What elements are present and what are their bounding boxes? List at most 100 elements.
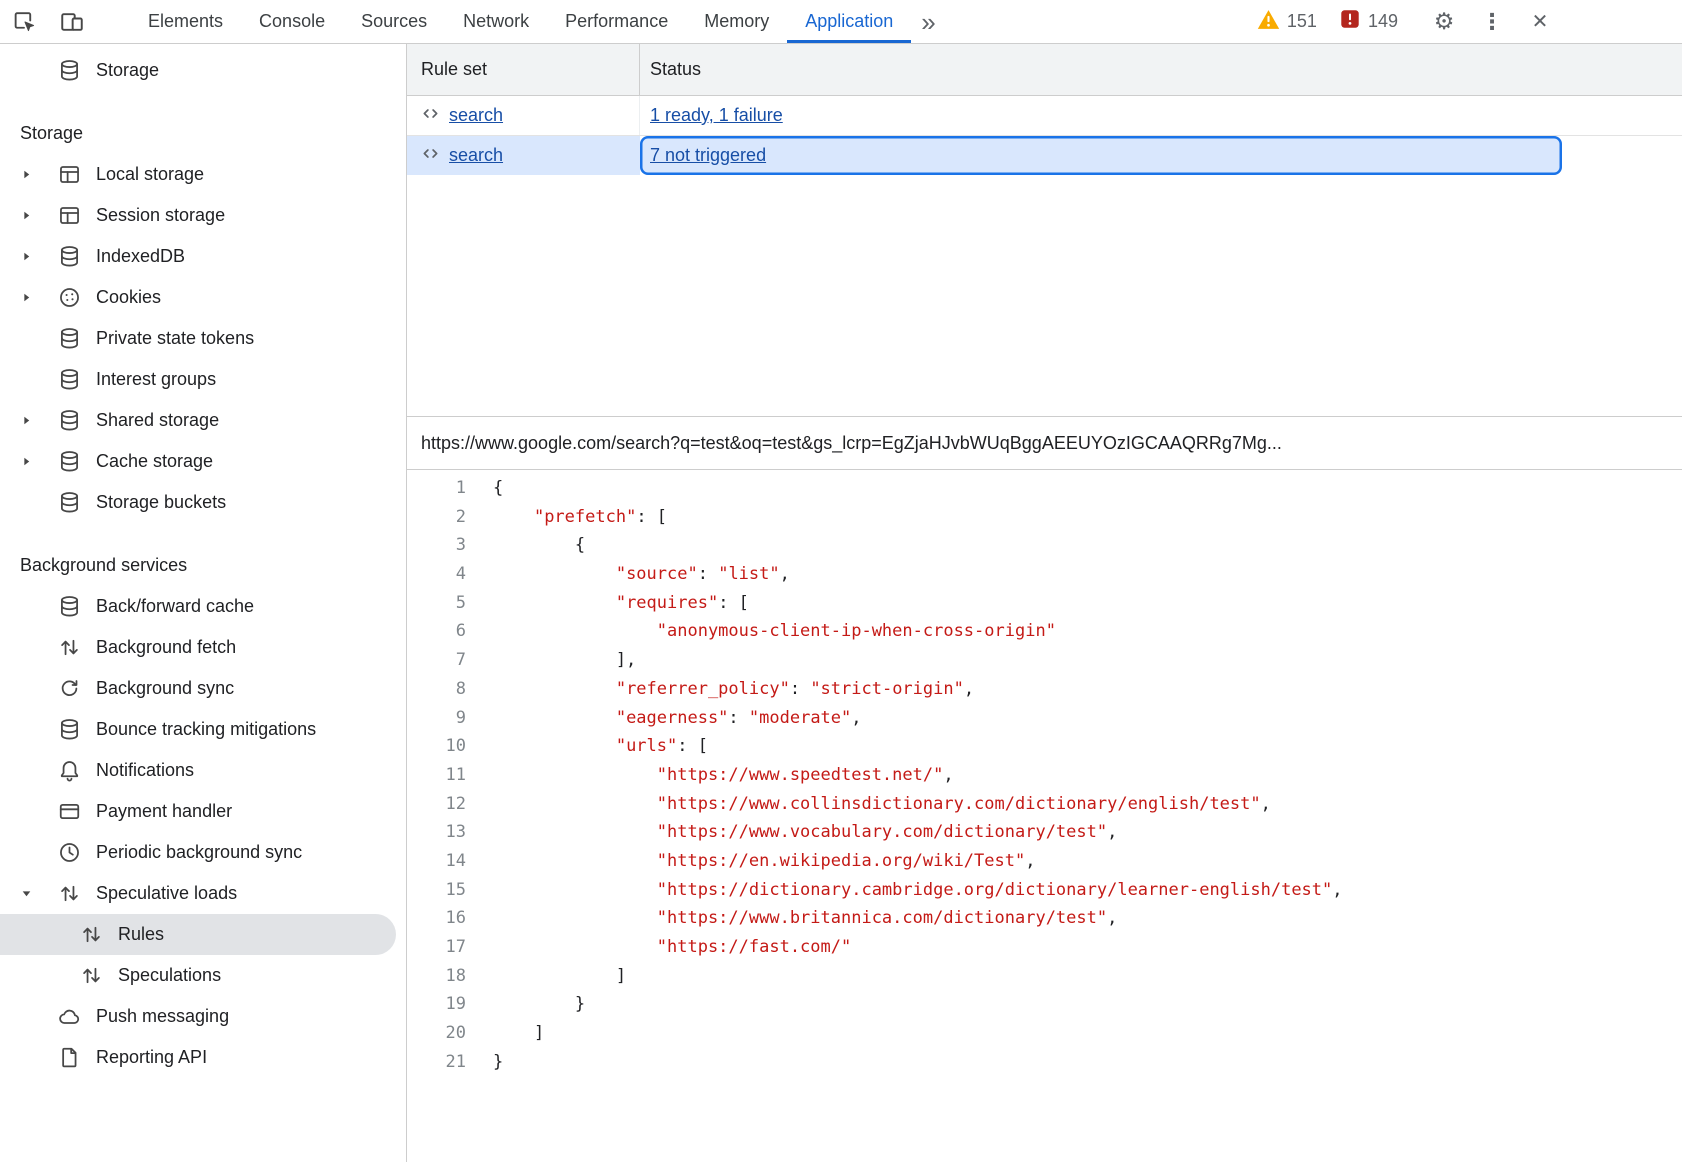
inspect-element-icon[interactable] xyxy=(0,0,48,44)
kebab-menu-icon[interactable]: ⋮ xyxy=(1468,0,1516,44)
sidebar-item-label: Reporting API xyxy=(96,1047,207,1068)
toolbar-right: 151 149 ⚙ ⋮ ✕ xyxy=(1257,0,1682,44)
rule-set-link[interactable]: search xyxy=(449,145,503,166)
rule-set-link[interactable]: search xyxy=(449,105,503,126)
code-line: 11 "https://www.speedtest.net/", xyxy=(407,761,1682,790)
line-content: ], xyxy=(478,646,636,675)
clock-icon xyxy=(56,840,82,866)
code-line: 3 { xyxy=(407,531,1682,560)
database-icon xyxy=(56,717,82,743)
expand-arrow-icon[interactable] xyxy=(20,455,56,468)
sidebar-item-label: Speculations xyxy=(118,965,221,986)
sidebar-item-background-fetch[interactable]: Background fetch xyxy=(0,627,406,668)
document-icon xyxy=(56,1045,82,1071)
speculation-rules-table: Rule set Status search 1 ready, 1 failure… xyxy=(407,44,1682,417)
sidebar-item-notifications[interactable]: Notifications xyxy=(0,750,406,791)
sidebar-item-storage[interactable]: Storage xyxy=(0,50,406,91)
line-number: 6 xyxy=(407,617,478,646)
line-content: "https://www.collinsdictionary.com/dicti… xyxy=(478,790,1271,819)
bell-icon xyxy=(56,758,82,784)
sidebar-item-label: Background fetch xyxy=(96,637,236,658)
more-tabs-icon[interactable]: » xyxy=(911,0,945,44)
expand-arrow-icon[interactable] xyxy=(20,250,56,263)
rule-status-link[interactable]: 7 not triggered xyxy=(650,145,766,166)
code-line: 4 "source": "list", xyxy=(407,560,1682,589)
rules-table-header: Rule set Status xyxy=(407,44,1682,96)
card-icon xyxy=(56,799,82,825)
sidebar-item-private-state-tokens[interactable]: Private state tokens xyxy=(0,318,406,359)
line-number: 21 xyxy=(407,1048,478,1077)
tab-sources[interactable]: Sources xyxy=(343,0,445,43)
database-icon xyxy=(56,594,82,620)
sidebar-item-storage-buckets[interactable]: Storage buckets xyxy=(0,482,406,523)
tab-memory[interactable]: Memory xyxy=(686,0,787,43)
rule-set-icon xyxy=(420,103,441,129)
sidebar-item-periodic-background-sync[interactable]: Periodic background sync xyxy=(0,832,406,873)
line-content: } xyxy=(478,1048,503,1077)
rule-status-cell[interactable]: 7 not triggered xyxy=(640,136,1562,175)
tab-application[interactable]: Application xyxy=(787,0,911,43)
line-content: "source": "list", xyxy=(478,560,790,589)
tab-elements[interactable]: Elements xyxy=(130,0,241,43)
line-content: "anonymous-client-ip-when-cross-origin" xyxy=(478,617,1056,646)
rule-set-row[interactable]: search 7 not triggered xyxy=(407,136,1682,176)
sidebar-item-payment-handler[interactable]: Payment handler xyxy=(0,791,406,832)
sidebar-item-speculations[interactable]: Speculations xyxy=(0,955,406,996)
line-content: "https://www.vocabulary.com/dictionary/t… xyxy=(478,818,1117,847)
sidebar-item-interest-groups[interactable]: Interest groups xyxy=(0,359,406,400)
tab-performance[interactable]: Performance xyxy=(547,0,686,43)
sidebar-item-reporting-api[interactable]: Reporting API xyxy=(0,1037,406,1078)
line-content: "https://en.wikipedia.org/wiki/Test", xyxy=(478,847,1035,876)
expand-arrow-icon[interactable] xyxy=(20,291,56,304)
line-number: 7 xyxy=(407,646,478,675)
device-toolbar-icon[interactable] xyxy=(48,0,96,44)
tab-network[interactable]: Network xyxy=(445,0,547,43)
sidebar-item-back-forward-cache[interactable]: Back/forward cache xyxy=(0,586,406,627)
sidebar-item-background-sync[interactable]: Background sync xyxy=(0,668,406,709)
sidebar-item-indexeddb[interactable]: IndexedDB xyxy=(0,236,406,277)
sidebar-item-label: IndexedDB xyxy=(96,246,185,267)
sidebar-item-label: Storage buckets xyxy=(96,492,226,513)
code-line: 21} xyxy=(407,1048,1682,1077)
rule-status-cell[interactable]: 1 ready, 1 failure xyxy=(640,96,1682,135)
settings-gear-icon[interactable]: ⚙ xyxy=(1420,0,1468,44)
arrows-up-down-icon xyxy=(78,963,104,989)
warnings-badge[interactable]: 151 xyxy=(1257,9,1317,35)
sidebar-item-session-storage[interactable]: Session storage xyxy=(0,195,406,236)
sidebar-item-push-messaging[interactable]: Push messaging xyxy=(0,996,406,1037)
expand-arrow-icon[interactable] xyxy=(20,209,56,222)
code-line: 18 ] xyxy=(407,962,1682,991)
rule-status-link[interactable]: 1 ready, 1 failure xyxy=(650,105,783,126)
application-sidebar: StorageStorageLocal storageSession stora… xyxy=(0,44,407,1162)
sidebar-item-speculative-loads[interactable]: Speculative loads xyxy=(0,873,406,914)
rules-table-rows: search 1 ready, 1 failure search 7 not trig… xyxy=(407,96,1682,176)
line-number: 17 xyxy=(407,933,478,962)
line-content: { xyxy=(478,531,585,560)
code-line: 17 "https://fast.com/" xyxy=(407,933,1682,962)
sidebar-item-cookies[interactable]: Cookies xyxy=(0,277,406,318)
sidebar-item-bounce-tracking-mitigations[interactable]: Bounce tracking mitigations xyxy=(0,709,406,750)
issues-badge[interactable]: 149 xyxy=(1339,8,1398,35)
table-icon xyxy=(56,203,82,229)
line-content: { xyxy=(478,474,503,503)
arrows-up-down-icon xyxy=(56,881,82,907)
close-icon[interactable]: ✕ xyxy=(1516,0,1564,44)
sidebar-item-cache-storage[interactable]: Cache storage xyxy=(0,441,406,482)
code-line: 12 "https://www.collinsdictionary.com/di… xyxy=(407,790,1682,819)
sidebar-item-shared-storage[interactable]: Shared storage xyxy=(0,400,406,441)
sidebar-section-storage: Storage xyxy=(0,121,406,154)
sidebar-item-local-storage[interactable]: Local storage xyxy=(0,154,406,195)
sidebar-item-rules[interactable]: Rules xyxy=(0,914,396,955)
line-number: 2 xyxy=(407,503,478,532)
tab-console[interactable]: Console xyxy=(241,0,343,43)
arrows-up-down-icon xyxy=(56,635,82,661)
sidebar-item-label: Rules xyxy=(118,924,164,945)
line-content: "urls": [ xyxy=(478,732,708,761)
code-line: 5 "requires": [ xyxy=(407,589,1682,618)
sidebar-item-label: Cache storage xyxy=(96,451,213,472)
expand-arrow-icon[interactable] xyxy=(20,414,56,427)
line-number: 5 xyxy=(407,589,478,618)
expand-arrow-icon[interactable] xyxy=(20,168,56,181)
collapse-arrow-icon[interactable] xyxy=(20,887,56,900)
rule-set-row[interactable]: search 1 ready, 1 failure xyxy=(407,96,1682,136)
